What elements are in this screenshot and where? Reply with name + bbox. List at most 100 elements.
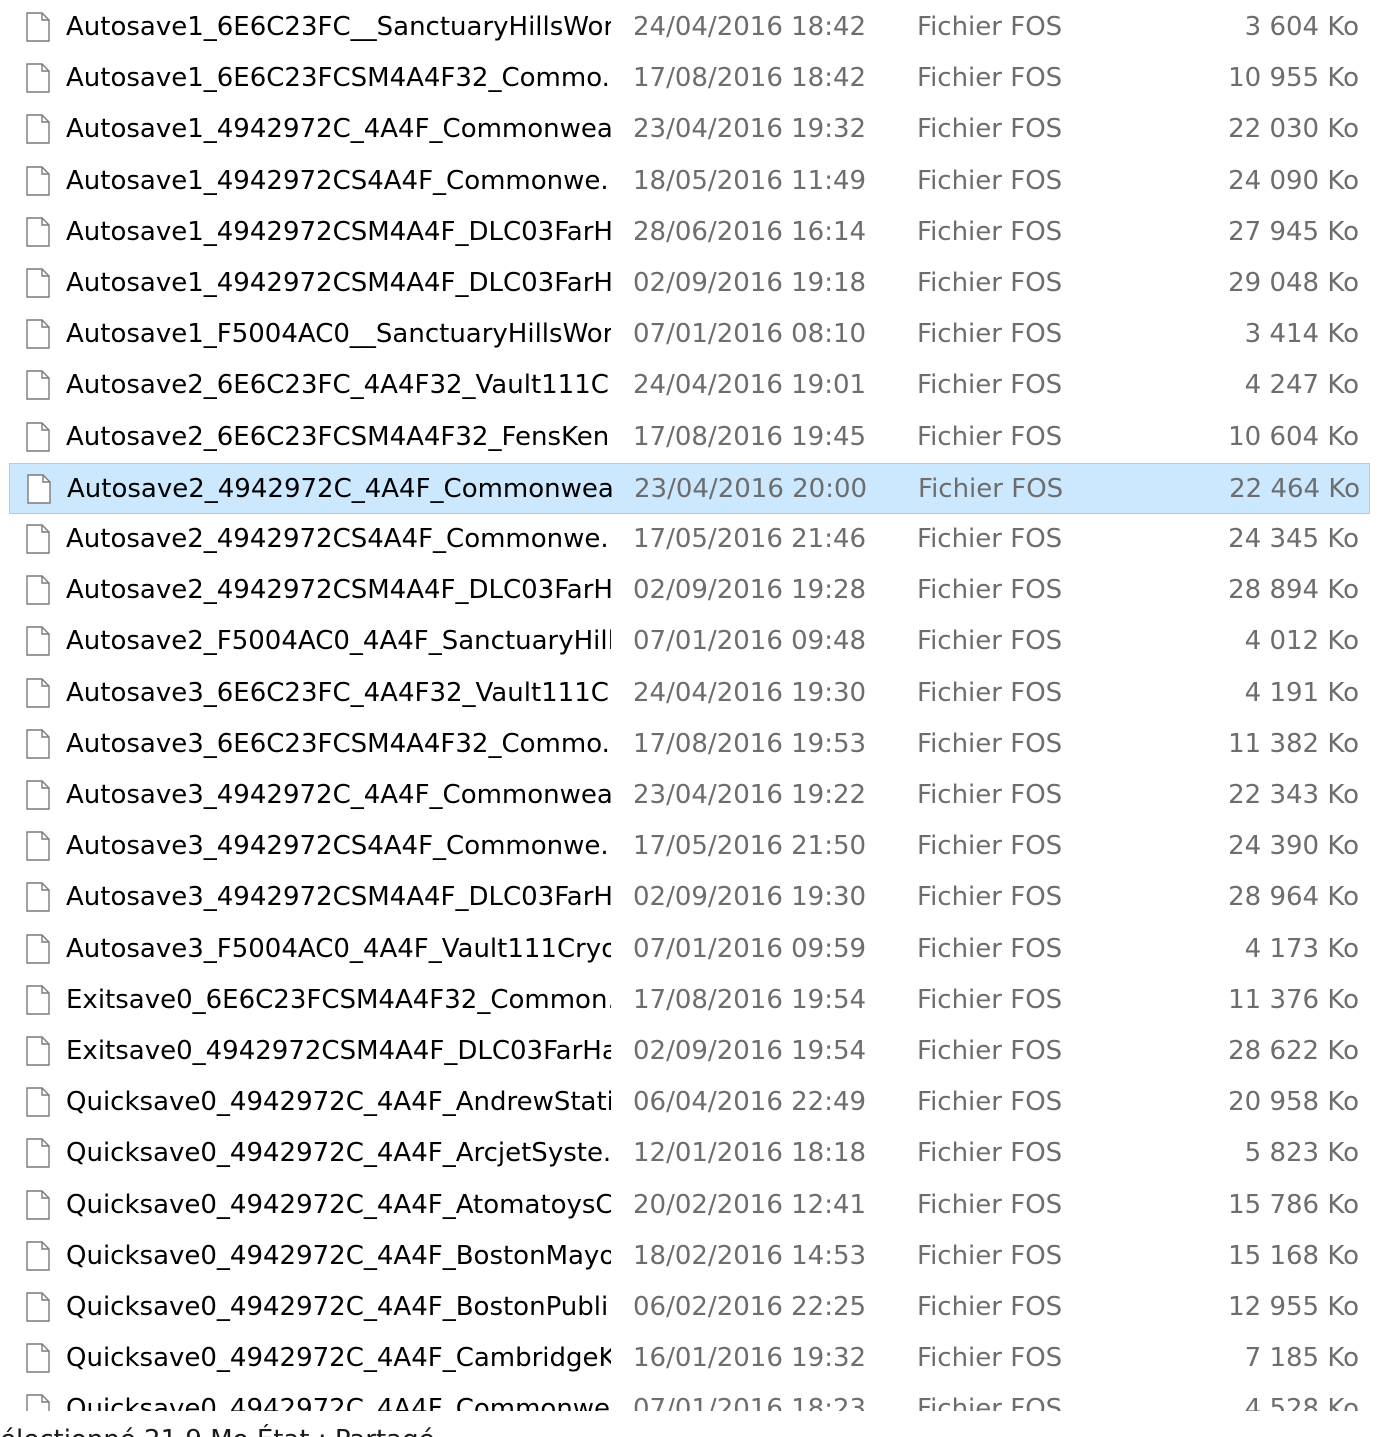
file-row[interactable]: Autosave1_4942972CSM4A4F_DLC03FarH... 02/… <box>9 258 1370 309</box>
file-row[interactable]: Autosave1_4942972CSM4A4F_DLC03FarH... 28/… <box>9 207 1370 258</box>
file-row[interactable]: Autosave2_4942972C_4A4F_Commonwea... 23/0… <box>9 463 1370 514</box>
file-row[interactable]: Autosave1_6E6C23FC__SanctuaryHillsWor...… <box>9 2 1370 53</box>
file-size: 4 247 Ko <box>1244 370 1359 400</box>
file-row[interactable]: Quicksave0_4942972C_4A4F_BostonPubli... 0… <box>9 1282 1370 1333</box>
file-date: 07/01/2016 18:23 <box>633 1394 867 1411</box>
file-name: Quicksave0_4942972C_4A4F_Commonwe... <box>66 1394 611 1411</box>
file-row[interactable]: Autosave1_6E6C23FCSM4A4F32_Commo... 17/08… <box>9 53 1370 104</box>
file-name: Quicksave0_4942972C_4A4F_AtomatoysC... <box>66 1190 611 1220</box>
document-icon <box>26 319 50 349</box>
document-icon <box>26 1394 50 1411</box>
file-row[interactable]: Autosave3_6E6C23FC_4A4F32_Vault111Cr... 2… <box>9 668 1370 719</box>
file-type: Fichier FOS <box>917 1190 1063 1220</box>
file-row[interactable]: Autosave1_4942972CS4A4F_Commonwe... 18/05… <box>9 156 1370 207</box>
file-size: 4 528 Ko <box>1244 1394 1359 1411</box>
file-type: Fichier FOS <box>917 678 1063 708</box>
file-row[interactable]: Autosave3_4942972CS4A4F_Commonwe... 17/05… <box>9 821 1370 872</box>
file-row[interactable]: Autosave2_F5004AC0_4A4F_SanctuaryHill...… <box>9 616 1370 667</box>
file-size: 4 191 Ko <box>1244 678 1359 708</box>
document-icon <box>26 831 50 861</box>
file-size: 20 958 Ko <box>1228 1087 1359 1117</box>
document-icon <box>26 114 50 144</box>
status-text: électionné 21,9 Mo État : Partagé <box>0 1425 435 1437</box>
file-row[interactable]: Quicksave0_4942972C_4A4F_BostonMayo... 18… <box>9 1231 1370 1282</box>
document-icon <box>26 217 50 247</box>
document-icon <box>26 1087 50 1117</box>
file-row[interactable]: Autosave3_4942972C_4A4F_Commonwea... 23/0… <box>9 770 1370 821</box>
file-type: Fichier FOS <box>917 1343 1063 1373</box>
file-row[interactable]: Autosave2_4942972CS4A4F_Commonwe... 17/05… <box>9 514 1370 565</box>
file-type: Fichier FOS <box>917 1394 1063 1411</box>
file-date: 07/01/2016 09:59 <box>633 934 867 964</box>
file-name: Autosave2_6E6C23FC_4A4F32_Vault111Cr... <box>66 370 611 400</box>
file-row[interactable]: Autosave3_F5004AC0_4A4F_Vault111Cryo... 0… <box>9 924 1370 975</box>
file-size: 24 090 Ko <box>1228 166 1359 196</box>
document-icon <box>26 1343 50 1373</box>
file-type: Fichier FOS <box>917 575 1063 605</box>
file-name: Autosave1_6E6C23FC__SanctuaryHillsWor... <box>66 12 611 42</box>
document-icon <box>26 729 50 759</box>
document-icon <box>26 780 50 810</box>
file-name: Autosave3_4942972CSM4A4F_DLC03FarH... <box>66 882 611 912</box>
file-size: 24 345 Ko <box>1228 524 1359 554</box>
file-date: 06/02/2016 22:25 <box>633 1292 867 1322</box>
file-date: 23/04/2016 19:32 <box>633 114 867 144</box>
file-type: Fichier FOS <box>917 422 1063 452</box>
file-date: 02/09/2016 19:30 <box>633 882 867 912</box>
file-type: Fichier FOS <box>917 934 1063 964</box>
file-date: 23/04/2016 19:22 <box>633 780 867 810</box>
file-name: Quicksave0_4942972C_4A4F_AndrewStati... <box>66 1087 611 1117</box>
document-icon <box>26 422 50 452</box>
file-row[interactable]: Autosave1_4942972C_4A4F_Commonwea... 23/0… <box>9 104 1370 155</box>
file-size: 7 185 Ko <box>1244 1343 1359 1373</box>
file-size: 15 168 Ko <box>1228 1241 1359 1271</box>
file-date: 18/05/2016 11:49 <box>633 166 867 196</box>
file-date: 23/04/2016 20:00 <box>634 474 868 504</box>
file-row[interactable]: Exitsave0_4942972CSM4A4F_DLC03FarHa... 02… <box>9 1026 1370 1077</box>
file-date: 17/05/2016 21:46 <box>633 524 867 554</box>
file-type: Fichier FOS <box>917 729 1063 759</box>
file-row[interactable]: Quicksave0_4942972C_4A4F_ArcjetSyste... 1… <box>9 1128 1370 1179</box>
document-icon <box>26 524 50 554</box>
file-type: Fichier FOS <box>917 63 1063 93</box>
file-type: Fichier FOS <box>917 1036 1063 1066</box>
file-date: 20/02/2016 12:41 <box>633 1190 867 1220</box>
file-row[interactable]: Exitsave0_6E6C23FCSM4A4F32_Common... 17/0… <box>9 975 1370 1026</box>
file-row[interactable]: Quicksave0_4942972C_4A4F_AtomatoysC... 20… <box>9 1180 1370 1231</box>
file-date: 02/09/2016 19:54 <box>633 1036 867 1066</box>
file-type: Fichier FOS <box>917 1292 1063 1322</box>
file-row[interactable]: Autosave2_6E6C23FC_4A4F32_Vault111Cr... 2… <box>9 360 1370 411</box>
file-date: 24/04/2016 18:42 <box>633 12 867 42</box>
document-icon <box>26 1036 50 1066</box>
file-row[interactable]: Autosave1_F5004AC0__SanctuaryHillsWor...… <box>9 309 1370 360</box>
file-name: Autosave1_4942972CSM4A4F_DLC03FarH... <box>66 217 611 247</box>
file-name: Autosave3_4942972C_4A4F_Commonwea... <box>66 780 611 810</box>
file-date: 17/08/2016 19:54 <box>633 985 867 1015</box>
file-row[interactable]: Autosave3_6E6C23FCSM4A4F32_Commo... 17/08… <box>9 719 1370 770</box>
file-date: 17/08/2016 18:42 <box>633 63 867 93</box>
file-list: Autosave1_6E6C23FC__SanctuaryHillsWor...… <box>0 0 1400 1411</box>
document-icon <box>26 1241 50 1271</box>
file-name: Autosave1_F5004AC0__SanctuaryHillsWor... <box>66 319 611 349</box>
file-name: Autosave3_6E6C23FC_4A4F32_Vault111Cr... <box>66 678 611 708</box>
document-icon <box>26 626 50 656</box>
file-size: 22 343 Ko <box>1228 780 1359 810</box>
file-type: Fichier FOS <box>918 474 1064 504</box>
document-icon <box>26 63 50 93</box>
file-size: 3 414 Ko <box>1244 319 1359 349</box>
file-row[interactable]: Quicksave0_4942972C_4A4F_Commonwe... 07/0… <box>9 1384 1370 1411</box>
file-date: 16/01/2016 19:32 <box>633 1343 867 1373</box>
file-size: 28 622 Ko <box>1228 1036 1359 1066</box>
file-name: Autosave3_F5004AC0_4A4F_Vault111Cryo... <box>66 934 611 964</box>
file-row[interactable]: Autosave3_4942972CSM4A4F_DLC03FarH... 02/… <box>9 872 1370 923</box>
file-date: 07/01/2016 08:10 <box>633 319 867 349</box>
file-type: Fichier FOS <box>917 1087 1063 1117</box>
file-name: Quicksave0_4942972C_4A4F_CambridgeK... <box>66 1343 611 1373</box>
file-row[interactable]: Quicksave0_4942972C_4A4F_AndrewStati... 0… <box>9 1077 1370 1128</box>
file-row[interactable]: Autosave2_4942972CSM4A4F_DLC03FarH... 02/… <box>9 565 1370 616</box>
document-icon <box>26 882 50 912</box>
file-size: 12 955 Ko <box>1228 1292 1359 1322</box>
file-name: Autosave3_6E6C23FCSM4A4F32_Commo... <box>66 729 611 759</box>
file-row[interactable]: Autosave2_6E6C23FCSM4A4F32_FensKen... 17/… <box>9 412 1370 463</box>
file-row[interactable]: Quicksave0_4942972C_4A4F_CambridgeK... 16… <box>9 1333 1370 1384</box>
